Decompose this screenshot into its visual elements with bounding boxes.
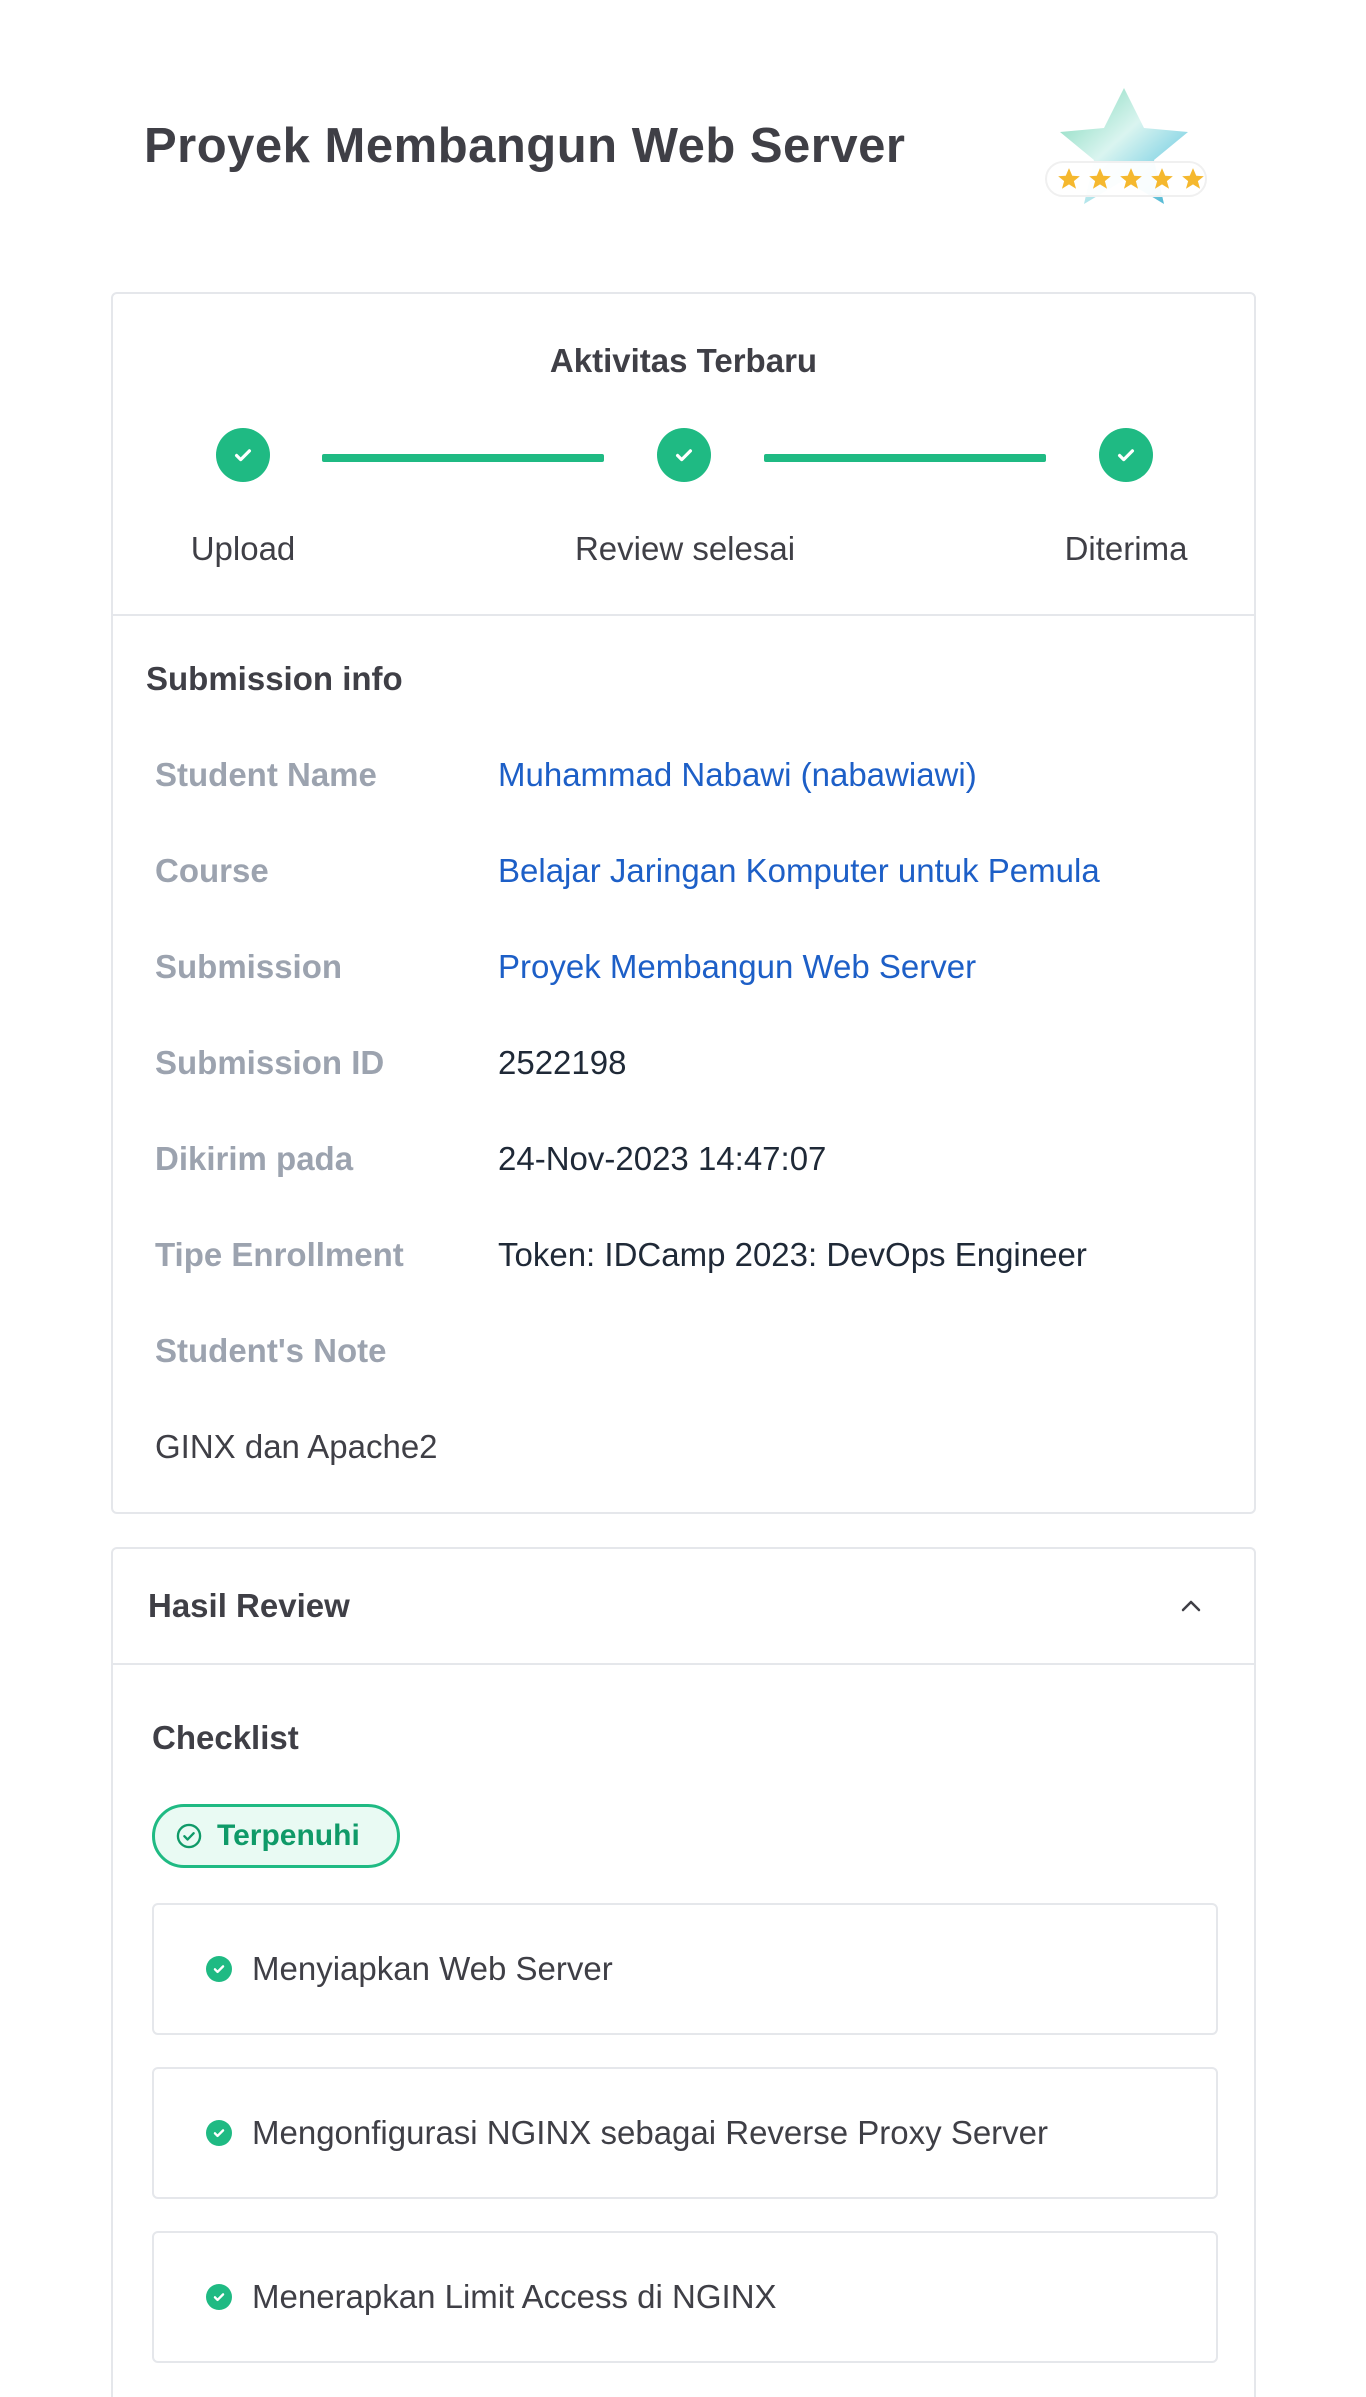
checklist-item-label: Menerapkan Limit Access di NGINX [252, 2278, 777, 2315]
star-icon [1120, 168, 1142, 189]
info-row-submission: Submission Proyek Membangun Web Server [155, 948, 1234, 996]
status-badge-label: Terpenuhi [217, 1819, 360, 1852]
enrollment-type-value: Token: IDCamp 2023: DevOps Engineer [498, 1236, 1087, 1273]
checklist-item: Menerapkan Limit Access di NGINX [152, 2231, 1218, 2363]
step-connector [322, 454, 604, 462]
info-label: Dikirim pada [155, 1140, 354, 1177]
checklist-heading: Checklist [152, 1719, 299, 1756]
step-label-accepted: Diterima [1064, 530, 1188, 567]
submission-link[interactable]: Proyek Membangun Web Server [498, 948, 976, 986]
check-circle-icon [206, 1956, 232, 1982]
star-icon [1182, 168, 1204, 189]
star-icon [1058, 168, 1080, 189]
check-circle-icon [176, 1823, 202, 1849]
step-label-review: Review selesai [574, 530, 796, 567]
star-icon [1089, 168, 1111, 189]
chevron-up-icon[interactable] [1176, 1591, 1206, 1621]
checklist-item: Menyiapkan Web Server [152, 1903, 1218, 2035]
activity-title: Aktivitas Terbaru [549, 342, 818, 379]
info-label: Submission ID [155, 1044, 385, 1081]
student-name-link[interactable]: Muhammad Nabawi (nabawiawi) [498, 756, 977, 794]
submission-card: Aktivitas Terbaru Upload Review selesai … [111, 292, 1256, 1514]
info-label: Student Name [155, 756, 377, 793]
info-row-course: Course Belajar Jaringan Komputer untuk P… [155, 852, 1234, 900]
step-connector [764, 454, 1046, 462]
info-label: Submission [155, 948, 343, 985]
section-divider [113, 614, 1254, 616]
checklist-item: Mengonfigurasi NGINX sebagai Reverse Pro… [152, 2067, 1218, 2199]
star-icon [1151, 168, 1173, 189]
sent-at-value: 24-Nov-2023 14:47:07 [498, 1140, 827, 1177]
checklist-item-label: Menyiapkan Web Server [252, 1950, 613, 1987]
step-check-icon [1099, 428, 1153, 482]
check-circle-icon [206, 2284, 232, 2310]
rating-stars [1056, 164, 1206, 194]
info-row-student-note: Student's Note [155, 1332, 1234, 1380]
step-label-upload: Upload [190, 530, 296, 567]
review-title: Hasil Review [148, 1587, 350, 1624]
rating-star-badge-icon [1040, 80, 1220, 220]
submission-id-value: 2522198 [498, 1044, 627, 1081]
checklist-item-label: Mengonfigurasi NGINX sebagai Reverse Pro… [252, 2114, 1049, 2151]
review-header[interactable]: Hasil Review [113, 1549, 1254, 1665]
page-title: Proyek Membangun Web Server [144, 119, 906, 173]
check-circle-icon [206, 2120, 232, 2146]
submission-page: Proyek Membangun Web Server Aktivitas Te… [0, 0, 1366, 2397]
review-card: Hasil Review Checklist Terpenuhi Menyiap… [111, 1547, 1256, 2397]
status-badge: Terpenuhi [152, 1804, 400, 1868]
submission-info-heading: Submission info [146, 660, 403, 697]
info-row-enrollment-type: Tipe Enrollment Token: IDCamp 2023: DevO… [155, 1236, 1234, 1284]
course-link[interactable]: Belajar Jaringan Komputer untuk Pemula [498, 852, 1100, 890]
step-check-icon [216, 428, 270, 482]
student-note-text: GINX dan Apache2 [155, 1428, 438, 1465]
info-label: Course [155, 852, 269, 889]
info-label: Tipe Enrollment [155, 1236, 404, 1273]
info-row-submission-id: Submission ID 2522198 [155, 1044, 1234, 1092]
info-row-sent-at: Dikirim pada 24-Nov-2023 14:47:07 [155, 1140, 1234, 1188]
info-row-student-name: Student Name Muhammad Nabawi (nabawiawi) [155, 756, 1234, 804]
step-check-icon [657, 428, 711, 482]
info-label: Student's Note [155, 1332, 387, 1369]
